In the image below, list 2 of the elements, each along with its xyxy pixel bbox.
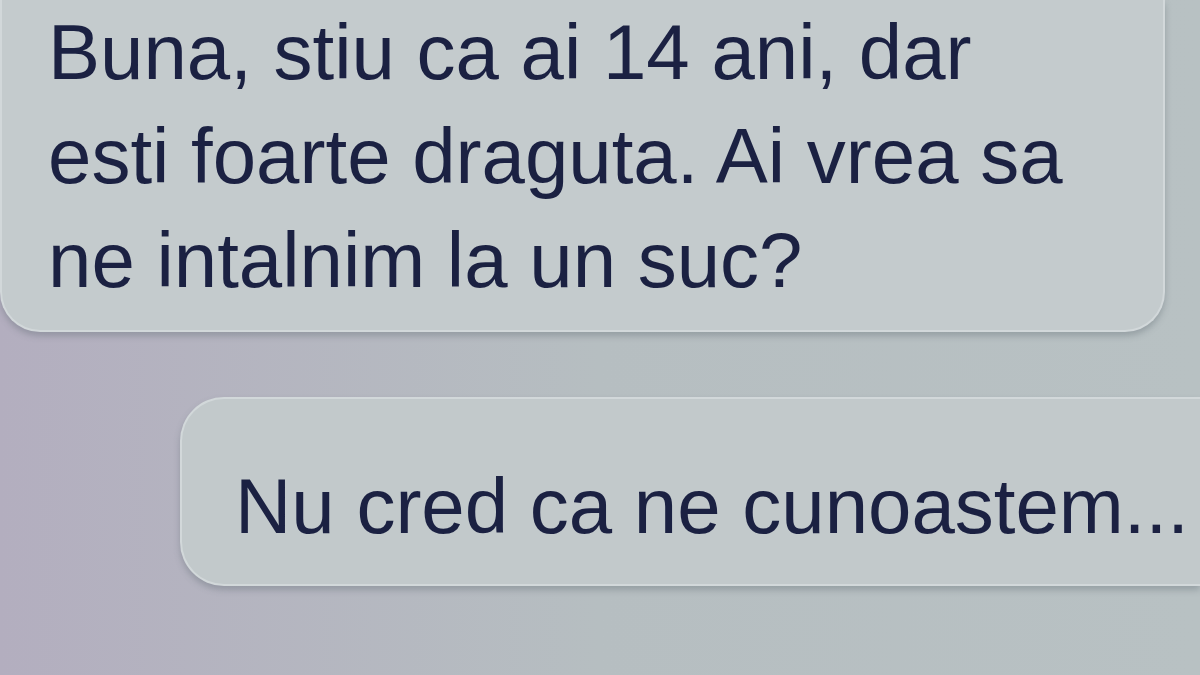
message-text: Nu cred ca ne cunoastem... xyxy=(235,461,1189,552)
message-text: Buna, stiu ca ai 14 ani, dar esti foarte draguta. Ai vrea sa ne intalnim la un suc? xyxy=(48,7,1064,306)
